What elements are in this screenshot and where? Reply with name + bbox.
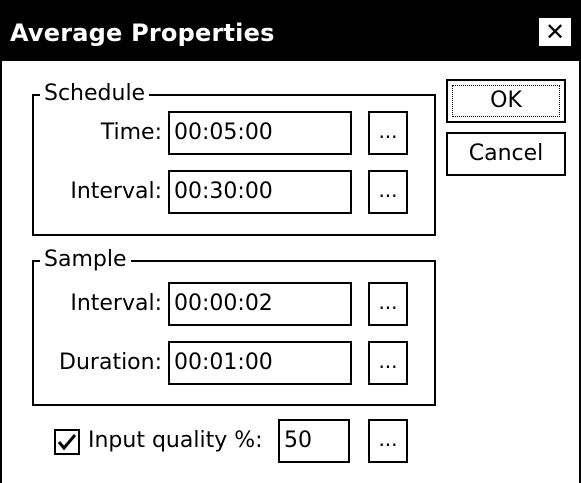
schedule-interval-label: Interval:	[70, 179, 162, 204]
ok-button[interactable]: OK	[446, 79, 566, 123]
schedule-interval-input[interactable]: 00:30:00	[168, 170, 352, 214]
sample-interval-label: Interval:	[70, 291, 162, 316]
schedule-time-input[interactable]: 00:05:00	[168, 111, 352, 155]
input-quality-label: Input quality %:	[88, 428, 263, 453]
checkmark-icon	[57, 434, 77, 451]
close-button[interactable]: ✕	[538, 17, 572, 47]
input-quality-checkbox[interactable]	[54, 429, 80, 455]
sample-interval-ellipsis-button[interactable]: ...	[368, 282, 408, 326]
close-icon: ✕	[544, 18, 566, 46]
sample-interval-input[interactable]: 00:00:02	[168, 282, 352, 326]
schedule-legend: Schedule	[40, 80, 150, 108]
sample-duration-input[interactable]: 00:01:00	[168, 341, 352, 385]
input-quality-input[interactable]: 50	[278, 419, 350, 463]
schedule-time-ellipsis-button[interactable]: ...	[368, 111, 408, 155]
schedule-interval-ellipsis-button[interactable]: ...	[368, 170, 408, 214]
sample-duration-ellipsis-button[interactable]: ...	[368, 341, 408, 385]
sample-legend: Sample	[40, 246, 131, 274]
sample-duration-label: Duration:	[59, 350, 162, 375]
cancel-button[interactable]: Cancel	[446, 132, 566, 176]
dialog-body: Schedule Time: 00:05:00 ... Interval: 00…	[0, 61, 581, 483]
input-quality-ellipsis-button[interactable]: ...	[368, 419, 408, 463]
title-bar: Average Properties ✕	[0, 0, 581, 61]
ok-button-label: OK	[490, 88, 522, 113]
schedule-time-label: Time:	[100, 120, 162, 145]
window-title: Average Properties	[10, 19, 275, 47]
